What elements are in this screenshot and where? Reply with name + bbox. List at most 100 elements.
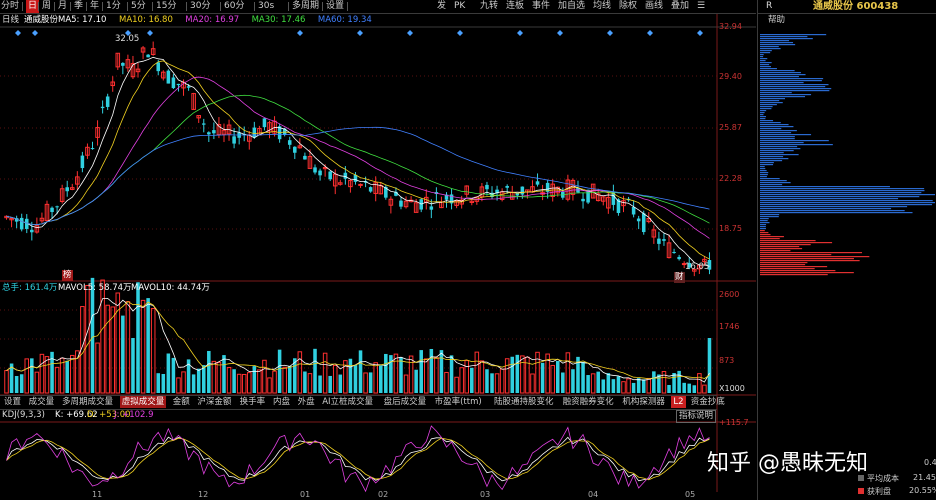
volume-bar	[636, 378, 641, 393]
volume-bar	[307, 373, 313, 394]
moving-average-lines	[6, 56, 710, 267]
event-diamond-icon	[297, 30, 303, 36]
date-label-4: 03	[480, 490, 491, 499]
tab-15[interactable]: L2	[671, 396, 686, 408]
volume-bar	[414, 369, 418, 393]
candle-body	[176, 83, 181, 86]
tab-5[interactable]: 沪深金额	[195, 396, 233, 408]
event-diamond-icon	[517, 30, 523, 36]
tool-0[interactable]: 发	[437, 0, 446, 13]
rank-marker[interactable]: 榜	[62, 270, 73, 281]
tab-2[interactable]: 多周期成交量	[60, 396, 115, 408]
event-diamond-icon	[457, 30, 463, 36]
period-2[interactable]: 周	[42, 0, 51, 13]
vol-ma-line-1	[6, 301, 710, 380]
volume-bar	[176, 377, 181, 394]
tab-12[interactable]: 陆股通持股变化	[492, 396, 556, 408]
period-5[interactable]: 年	[90, 0, 99, 13]
tool-6[interactable]: 均线	[593, 0, 611, 13]
volume-bar	[565, 352, 571, 394]
volume-bar	[540, 362, 545, 393]
tab-8[interactable]: 外盘	[296, 396, 317, 408]
volume-bar	[470, 367, 474, 393]
tool-4[interactable]: 事件	[532, 0, 550, 13]
chip-bar	[760, 92, 792, 94]
candle-body	[657, 238, 661, 244]
event-diamond-icon	[15, 30, 21, 36]
period-13[interactable]: 设置	[326, 0, 344, 13]
period-0[interactable]: 分时	[1, 0, 19, 13]
tool-2[interactable]: 九转	[480, 0, 498, 13]
date-axis: 11 12 01 02 03 04 05	[0, 490, 717, 500]
period-11[interactable]: 30s	[258, 0, 274, 13]
period-8[interactable]: 15分	[156, 0, 176, 13]
volume-bar	[267, 377, 272, 394]
volume-bar	[672, 373, 676, 393]
volume-bar	[561, 372, 565, 393]
tab-11[interactable]: 市盈率(ttm)	[433, 396, 484, 408]
period-4[interactable]: 季	[74, 0, 83, 13]
chip-bar	[760, 128, 782, 130]
period-6[interactable]: 1分	[106, 0, 121, 13]
period-12[interactable]: 多周期	[292, 0, 319, 13]
volume-bar	[707, 338, 712, 393]
profit-swatch-icon	[858, 488, 864, 494]
volume-bar	[596, 371, 600, 393]
finance-marker[interactable]: 财	[674, 272, 685, 283]
period-10[interactable]: 60分	[224, 0, 244, 13]
vol-axis-unit: X1000	[719, 384, 745, 393]
volume-bar	[24, 358, 30, 394]
tab-6[interactable]: 换手率	[238, 396, 268, 408]
tool-10[interactable]: ☰	[697, 0, 705, 13]
tool-5[interactable]: 加自选	[558, 0, 585, 13]
candle-body	[641, 213, 646, 233]
chip-bar	[760, 238, 780, 240]
main-chart[interactable]	[0, 14, 756, 500]
event-diamond-icon	[357, 30, 363, 36]
period-9[interactable]: 30分	[190, 0, 210, 13]
chip-bar	[760, 212, 913, 214]
tab-7[interactable]: 内盘	[271, 396, 292, 408]
vol-ma-line-0	[6, 297, 710, 383]
candle-body	[287, 140, 292, 145]
chip-bar	[760, 140, 829, 142]
vol-axis-3: 873	[719, 356, 735, 365]
chip-bar	[760, 186, 890, 188]
tab-0[interactable]: 设置	[2, 396, 23, 408]
chip-bar	[760, 130, 797, 132]
chip-bar	[760, 42, 794, 44]
candle-body	[252, 127, 257, 138]
volume-bar	[105, 304, 110, 394]
tab-4[interactable]: 金额	[171, 396, 192, 408]
tool-9[interactable]: 叠加	[671, 0, 689, 13]
tab-10[interactable]: 盘后成交量	[382, 396, 429, 408]
tool-3[interactable]: 连板	[506, 0, 524, 13]
tab-14[interactable]: 机构探测器	[620, 396, 667, 408]
tool-1[interactable]: PK	[454, 0, 465, 13]
mavol10-label: MAVOL10: 44.74万	[131, 283, 210, 293]
event-diamond-icon	[607, 30, 613, 36]
tab-9[interactable]: AI立桩成交量	[320, 396, 375, 408]
indicator-help-button[interactable]: 指标说明	[676, 410, 717, 423]
tool-8[interactable]: 画线	[645, 0, 663, 13]
chip-bar	[760, 208, 892, 210]
tab-13[interactable]: 融资融券变化	[561, 396, 616, 408]
volume-bar	[384, 353, 388, 393]
ma-legend-3: MA30: 17.46	[251, 15, 306, 25]
candle-body	[328, 171, 332, 180]
period-3[interactable]: 月	[58, 0, 67, 13]
chip-bar	[760, 192, 922, 194]
profit-label: 获利盘	[867, 487, 891, 496]
tab-16[interactable]: 资金抄底	[689, 396, 727, 408]
ma-line-2	[6, 76, 710, 239]
tab-3[interactable]: 虚拟成交量	[119, 396, 167, 408]
volume-bar	[338, 374, 343, 393]
tab-1[interactable]: 成交量	[27, 396, 57, 408]
volume-bar	[606, 373, 611, 393]
tool-7[interactable]: 除权	[619, 0, 637, 13]
chip-bar	[760, 178, 780, 180]
candle-body	[65, 187, 69, 192]
volume-bar	[687, 383, 692, 393]
period-7[interactable]: 5分	[131, 0, 146, 13]
volume-bar	[692, 385, 697, 393]
